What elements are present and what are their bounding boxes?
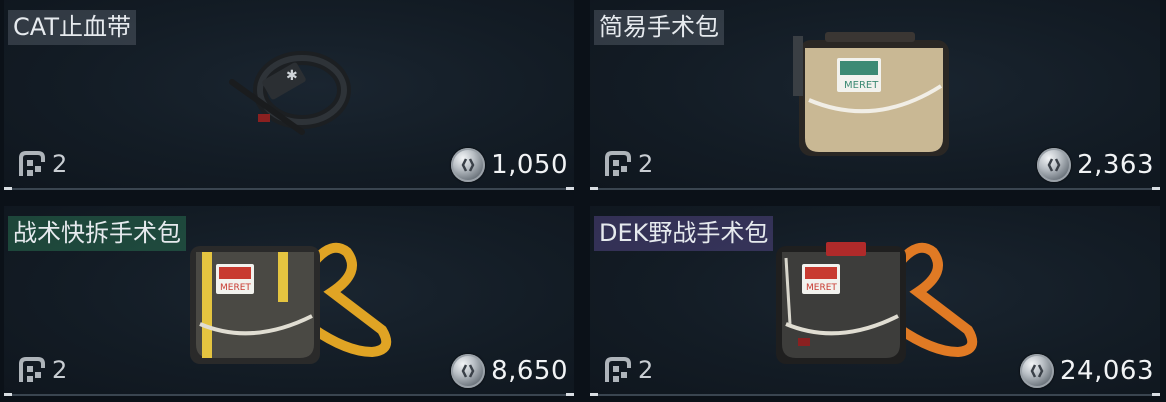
slot-count: 2: [52, 150, 68, 178]
price-value: 8,650: [491, 356, 568, 386]
item-card-tactical-surgical-kit[interactable]: 战术快拆手术包 MERET 2 8,650: [4, 206, 574, 396]
price-value: 24,063: [1060, 356, 1154, 386]
item-price: 2,363: [1037, 148, 1154, 182]
slot-size: 2: [16, 148, 67, 180]
silver-coin-icon: [451, 148, 486, 182]
card-divider: [4, 393, 574, 396]
slot-count: 2: [52, 356, 68, 384]
card-divider: [4, 187, 574, 190]
grid-slot-icon: [19, 151, 45, 176]
silver-coin-icon: [1037, 148, 1072, 182]
grid-slot-icon: [605, 151, 631, 176]
svg-text:MERET: MERET: [220, 283, 251, 293]
surgical-kit-tan-image: MERET: [793, 32, 949, 156]
item-card-cat-tourniquet[interactable]: CAT止血带 ✱ 2 1,050: [4, 0, 574, 190]
item-price: 1,050: [451, 148, 568, 182]
grid-slot-icon: [605, 357, 631, 382]
item-name: 简易手术包: [594, 10, 724, 45]
svg-text:MERET: MERET: [806, 283, 837, 293]
card-divider: [590, 393, 1160, 396]
item-name: CAT止血带: [8, 10, 136, 45]
surgical-kit-yellow-image: MERET: [190, 242, 392, 364]
slot-size: 2: [602, 354, 653, 386]
surgical-kit-black-image: MERET: [776, 242, 978, 364]
slot-size: 2: [16, 354, 67, 386]
slot-size: 2: [602, 148, 653, 180]
grid-slot-icon: [19, 357, 45, 382]
item-grid: CAT止血带 ✱ 2 1,050 简易手术包 MERET 2 2,363 战术快…: [0, 0, 1166, 402]
item-name: DEK野战手术包: [594, 216, 774, 251]
item-card-dek-field-surgical-kit[interactable]: DEK野战手术包 MERET 2 24,063: [590, 206, 1160, 396]
item-card-simple-surgical-kit[interactable]: 简易手术包 MERET 2 2,363: [590, 0, 1160, 190]
silver-coin-icon: [1020, 354, 1055, 388]
svg-text:✱: ✱: [286, 68, 298, 84]
svg-text:MERET: MERET: [844, 80, 879, 91]
item-name: 战术快拆手术包: [8, 216, 186, 251]
tourniquet-image: ✱: [229, 51, 351, 135]
slot-count: 2: [638, 356, 654, 384]
card-divider: [590, 187, 1160, 190]
item-price: 24,063: [1020, 354, 1154, 388]
silver-coin-icon: [451, 354, 486, 388]
slot-count: 2: [638, 150, 654, 178]
item-price: 8,650: [451, 354, 568, 388]
price-value: 1,050: [491, 150, 568, 180]
price-value: 2,363: [1077, 150, 1154, 180]
